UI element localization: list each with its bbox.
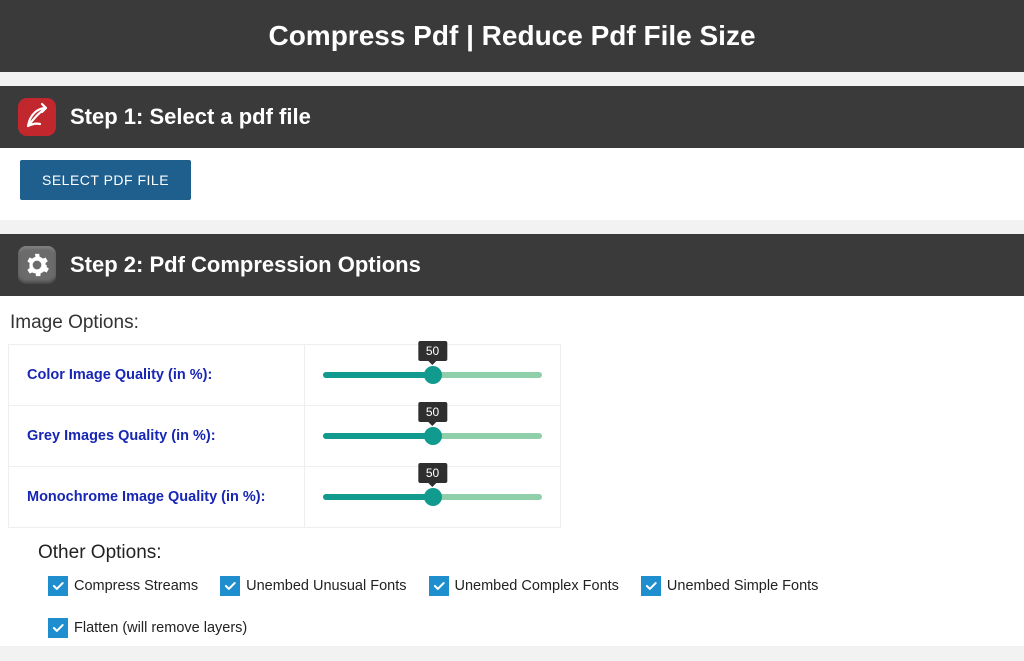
- slider-cell: 50: [305, 406, 561, 467]
- step2-body: Image Options: Color Image Quality (in %…: [0, 296, 1024, 646]
- checkbox-label: Flatten (will remove layers): [74, 620, 247, 636]
- checkbox[interactable]: [641, 576, 661, 596]
- other-options-heading: Other Options:: [38, 542, 1016, 564]
- slider-cell: 50: [305, 467, 561, 528]
- checkbox-item[interactable]: Unembed Unusual Fonts: [220, 576, 406, 596]
- divider: [0, 220, 1024, 234]
- checkbox[interactable]: [429, 576, 449, 596]
- page-title: Compress Pdf | Reduce Pdf File Size: [0, 0, 1024, 72]
- checkbox-label: Compress Streams: [74, 578, 198, 594]
- checkbox-row: Compress Streams Unembed Unusual Fonts Une…: [8, 576, 1016, 638]
- slider-row: Color Image Quality (in %): 50: [9, 345, 561, 406]
- slider-label: Color Image Quality (in %):: [9, 345, 305, 406]
- slider-fill: [323, 494, 433, 500]
- slider-thumb[interactable]: [424, 366, 442, 384]
- quality-slider[interactable]: 50: [323, 432, 542, 440]
- quality-slider[interactable]: 50: [323, 371, 542, 379]
- slider-row: Monochrome Image Quality (in %): 50: [9, 467, 561, 528]
- slider-tooltip: 50: [418, 463, 447, 483]
- checkbox[interactable]: [48, 618, 68, 638]
- divider: [0, 72, 1024, 86]
- slider-thumb[interactable]: [424, 488, 442, 506]
- select-pdf-button[interactable]: SELECT PDF FILE: [20, 160, 191, 200]
- step2-header: Step 2: Pdf Compression Options: [0, 234, 1024, 296]
- slider-fill: [323, 433, 433, 439]
- step1-body: SELECT PDF FILE: [0, 148, 1024, 220]
- gear-icon: [18, 246, 56, 284]
- slider-label: Monochrome Image Quality (in %):: [9, 467, 305, 528]
- slider-table: Color Image Quality (in %):50Grey Images…: [8, 344, 561, 528]
- checkbox[interactable]: [48, 576, 68, 596]
- slider-row: Grey Images Quality (in %): 50: [9, 406, 561, 467]
- checkbox-item[interactable]: Flatten (will remove layers): [48, 618, 247, 638]
- checkbox-item[interactable]: Compress Streams: [48, 576, 198, 596]
- slider-fill: [323, 372, 433, 378]
- quality-slider[interactable]: 50: [323, 493, 542, 501]
- step2-heading: Step 2: Pdf Compression Options: [70, 252, 421, 278]
- checkbox-label: Unembed Simple Fonts: [667, 578, 819, 594]
- checkbox[interactable]: [220, 576, 240, 596]
- slider-tooltip: 50: [418, 341, 447, 361]
- slider-thumb[interactable]: [424, 427, 442, 445]
- slider-cell: 50: [305, 345, 561, 406]
- checkbox-item[interactable]: Unembed Complex Fonts: [429, 576, 619, 596]
- slider-label: Grey Images Quality (in %):: [9, 406, 305, 467]
- step1-header: Step 1: Select a pdf file: [0, 86, 1024, 148]
- step1-heading: Step 1: Select a pdf file: [70, 104, 311, 130]
- checkbox-label: Unembed Complex Fonts: [455, 578, 619, 594]
- pdf-icon: [18, 98, 56, 136]
- checkbox-label: Unembed Unusual Fonts: [246, 578, 406, 594]
- slider-tooltip: 50: [418, 402, 447, 422]
- checkbox-item[interactable]: Unembed Simple Fonts: [641, 576, 819, 596]
- image-options-heading: Image Options:: [10, 312, 1016, 334]
